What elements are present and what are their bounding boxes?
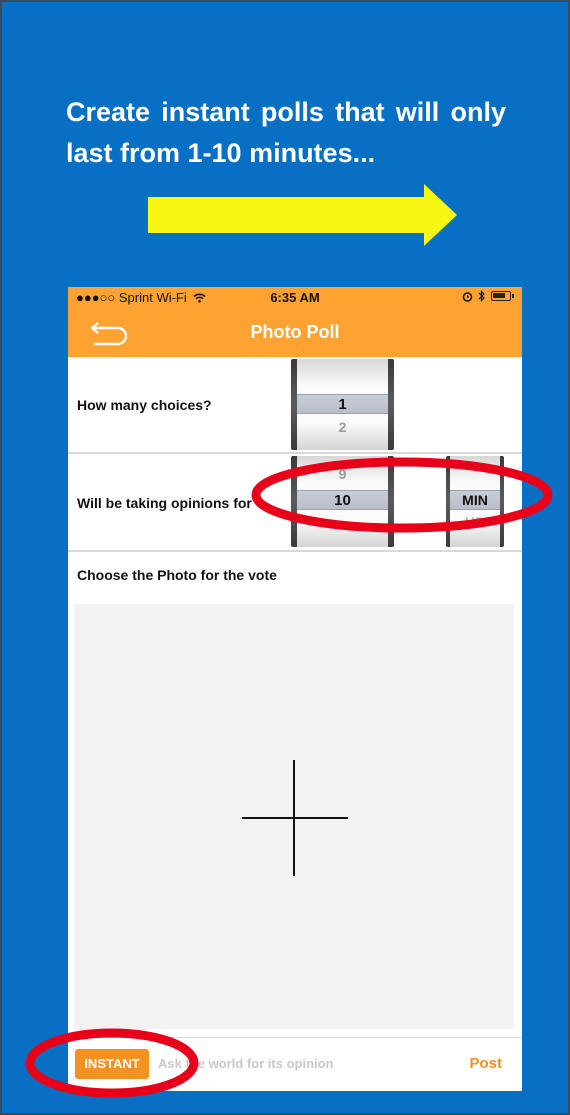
post-button[interactable]: Post [469, 1055, 502, 1072]
unit-picker-next: HR [464, 514, 486, 530]
duration-picker-prev: 9 [338, 466, 347, 482]
choices-label: How many choices? [77, 397, 212, 413]
bluetooth-icon [478, 290, 485, 302]
battery-icon [491, 291, 511, 301]
photo-label: Choose the Photo for the vote [77, 567, 277, 583]
choices-picker-next: 2 [338, 419, 347, 435]
status-bar: ●●●○○ Sprint Wi-Fi 6:35 AM [68, 287, 522, 308]
page-title: Photo Poll [250, 322, 340, 342]
bottom-toolbar: INSTANT Post [68, 1037, 522, 1091]
opinion-input[interactable] [158, 1051, 448, 1075]
duration-label: Will be taking opinions for ? [77, 495, 265, 511]
unit-picker-selected: MIN [450, 490, 500, 510]
choices-picker[interactable]: 1 2 [291, 359, 394, 450]
duration-picker-selected: 10 [297, 490, 388, 510]
duration-value-picker[interactable]: 9 10 [291, 456, 394, 547]
choices-row: How many choices? 1 2 [68, 357, 522, 454]
duration-row: Will be taking opinions for ? 9 10 MIN H… [68, 454, 522, 552]
instant-button[interactable]: INSTANT [75, 1049, 149, 1079]
promo-headline: Create instant polls that will only last… [66, 97, 506, 168]
arrow-right-icon [148, 197, 428, 233]
alarm-icon [462, 291, 473, 302]
photo-picker-area[interactable] [74, 604, 514, 1029]
choices-picker-selected: 1 [297, 394, 388, 414]
nav-bar: Photo Poll [68, 308, 522, 357]
phone-screen: ●●●○○ Sprint Wi-Fi 6:35 AM Photo Poll Ho… [68, 287, 522, 1091]
arrow-head [424, 184, 457, 246]
duration-unit-picker[interactable]: MIN HR [446, 456, 504, 547]
status-time: 6:35 AM [270, 290, 320, 305]
